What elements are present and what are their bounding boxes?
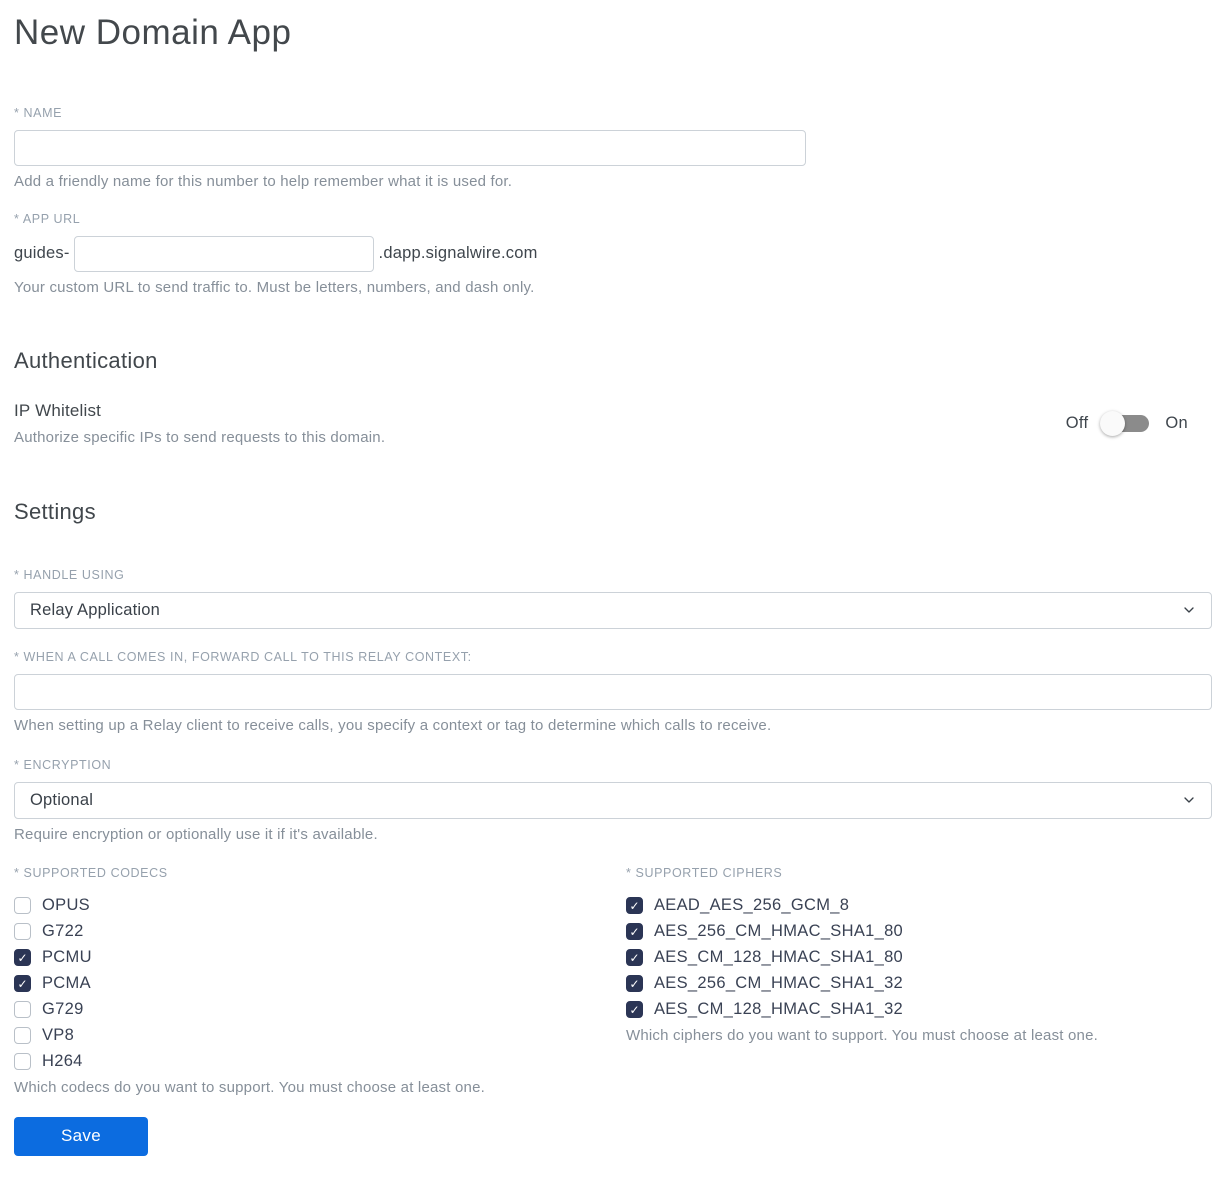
- checkbox-icon[interactable]: [626, 923, 643, 940]
- handle-using-select[interactable]: Relay Application: [14, 591, 1212, 629]
- checkbox-icon[interactable]: [626, 1001, 643, 1018]
- new-domain-app-form: New Domain App * Name Add a friendly nam…: [0, 0, 1230, 1186]
- cipher-option[interactable]: AEAD_AES_256_GCM_8: [626, 893, 1212, 919]
- handle-using-label: * Handle using: [14, 567, 125, 582]
- settings-heading: Settings: [14, 498, 96, 524]
- app-url-label: * App URL: [14, 211, 81, 226]
- codec-option[interactable]: H264: [14, 1049, 626, 1075]
- codecs-helper-text: Which codecs do you want to support. You…: [14, 1078, 485, 1096]
- chevron-down-icon: [1181, 792, 1197, 808]
- ciphers-checkbox-list: AEAD_AES_256_GCM_8 AES_256_CM_HMAC_SHA1_…: [626, 893, 1212, 1023]
- checkbox-icon[interactable]: [14, 1053, 31, 1070]
- codec-option-label: G722: [42, 922, 84, 940]
- save-button[interactable]: Save: [14, 1116, 148, 1156]
- supported-codecs-group: * Supported Codecs OPUS G722: [14, 866, 626, 1096]
- codec-option[interactable]: OPUS: [14, 893, 626, 919]
- ip-whitelist-helper-text: Authorize specific IPs to send requests …: [14, 428, 386, 446]
- encryption-select[interactable]: Optional: [14, 781, 1212, 819]
- codec-option[interactable]: PCMU: [14, 945, 626, 971]
- checkbox-icon[interactable]: [14, 897, 31, 914]
- app-url-helper-text: Your custom URL to send traffic to. Must…: [14, 278, 535, 296]
- relay-context-helper-text: When setting up a Relay client to receiv…: [14, 716, 772, 734]
- ip-whitelist-label: IP Whitelist: [14, 400, 102, 420]
- codec-option[interactable]: G722: [14, 919, 626, 945]
- cipher-option-label: AES_256_CM_HMAC_SHA1_80: [654, 922, 904, 940]
- cipher-option[interactable]: AES_CM_128_HMAC_SHA1_80: [626, 945, 1212, 971]
- encryption-helper-text: Require encryption or optionally use it …: [14, 825, 378, 843]
- name-label: * Name: [14, 105, 63, 120]
- name-field-group: * Name Add a friendly name for this numb…: [14, 106, 1212, 190]
- name-input[interactable]: [14, 129, 806, 166]
- toggle-on-label: On: [1165, 413, 1188, 432]
- checkbox-icon[interactable]: [626, 949, 643, 966]
- name-helper-text: Add a friendly name for this number to h…: [14, 172, 513, 190]
- toggle-off-label: Off: [1065, 413, 1089, 432]
- app-url-row: guides- .dapp.signalwire.com: [14, 235, 1212, 272]
- codec-option-label: PCMA: [42, 974, 91, 992]
- handle-using-selected-value: Relay Application: [30, 600, 160, 619]
- supported-codecs-label: * Supported Codecs: [14, 865, 168, 880]
- codec-option-label: G729: [42, 1000, 84, 1018]
- cipher-option[interactable]: AES_256_CM_HMAC_SHA1_32: [626, 971, 1212, 997]
- encryption-group: * Encryption Optional Require encryption…: [14, 758, 1212, 843]
- cipher-option[interactable]: AES_256_CM_HMAC_SHA1_80: [626, 919, 1212, 945]
- codec-option-label: H264: [42, 1052, 83, 1070]
- relay-context-label: * When a call comes in, forward call to …: [14, 649, 472, 664]
- cipher-option[interactable]: AES_CM_128_HMAC_SHA1_32: [626, 997, 1212, 1023]
- ip-whitelist-row: IP Whitelist Authorize specific IPs to s…: [14, 401, 1212, 446]
- checkbox-icon[interactable]: [14, 923, 31, 940]
- cipher-option-label: AES_CM_128_HMAC_SHA1_80: [654, 948, 904, 966]
- checkbox-icon[interactable]: [14, 1027, 31, 1044]
- supported-ciphers-group: * Supported Ciphers AEAD_AES_256_GCM_8 A…: [626, 866, 1212, 1096]
- checkbox-icon[interactable]: [626, 975, 643, 992]
- relay-context-input[interactable]: [14, 673, 1212, 710]
- cipher-option-label: AEAD_AES_256_GCM_8: [654, 896, 850, 914]
- handle-using-group: * Handle using Relay Application: [14, 568, 1212, 629]
- codec-option-label: PCMU: [42, 948, 92, 966]
- chevron-down-icon: [1181, 602, 1197, 618]
- app-url-prefix: guides-: [14, 244, 70, 262]
- codec-option-label: VP8: [42, 1026, 75, 1044]
- cipher-option-label: AES_256_CM_HMAC_SHA1_32: [654, 974, 904, 992]
- ip-whitelist-toggle[interactable]: Off On: [1065, 410, 1188, 436]
- supported-ciphers-label: * Supported Ciphers: [626, 865, 783, 880]
- checkbox-icon[interactable]: [14, 949, 31, 966]
- checkbox-icon[interactable]: [14, 1001, 31, 1018]
- cipher-option-label: AES_CM_128_HMAC_SHA1_32: [654, 1000, 904, 1018]
- checkbox-icon[interactable]: [14, 975, 31, 992]
- codec-option[interactable]: G729: [14, 997, 626, 1023]
- app-url-input[interactable]: [73, 235, 374, 272]
- relay-context-group: * When a call comes in, forward call to …: [14, 650, 1212, 734]
- app-url-suffix: .dapp.signalwire.com: [378, 244, 538, 262]
- toggle-switch[interactable]: [1100, 410, 1150, 436]
- authentication-heading: Authentication: [14, 347, 158, 373]
- codecs-checkbox-list: OPUS G722 PCMU PCMA: [14, 893, 626, 1075]
- encryption-label: * Encryption: [14, 757, 112, 772]
- ciphers-helper-text: Which ciphers do you want to support. Yo…: [626, 1026, 1099, 1044]
- app-url-field-group: * App URL guides- .dapp.signalwire.com Y…: [14, 212, 1212, 296]
- checkbox-icon[interactable]: [626, 897, 643, 914]
- codec-option[interactable]: PCMA: [14, 971, 626, 997]
- codecs-ciphers-section: * Supported Codecs OPUS G722: [14, 866, 1212, 1096]
- encryption-selected-value: Optional: [30, 790, 94, 809]
- codec-option-label: OPUS: [42, 896, 90, 914]
- toggle-knob[interactable]: [1100, 410, 1126, 436]
- codec-option[interactable]: VP8: [14, 1023, 626, 1049]
- ip-whitelist-text-block: IP Whitelist Authorize specific IPs to s…: [14, 401, 385, 446]
- page-title: New Domain App: [14, 13, 292, 52]
